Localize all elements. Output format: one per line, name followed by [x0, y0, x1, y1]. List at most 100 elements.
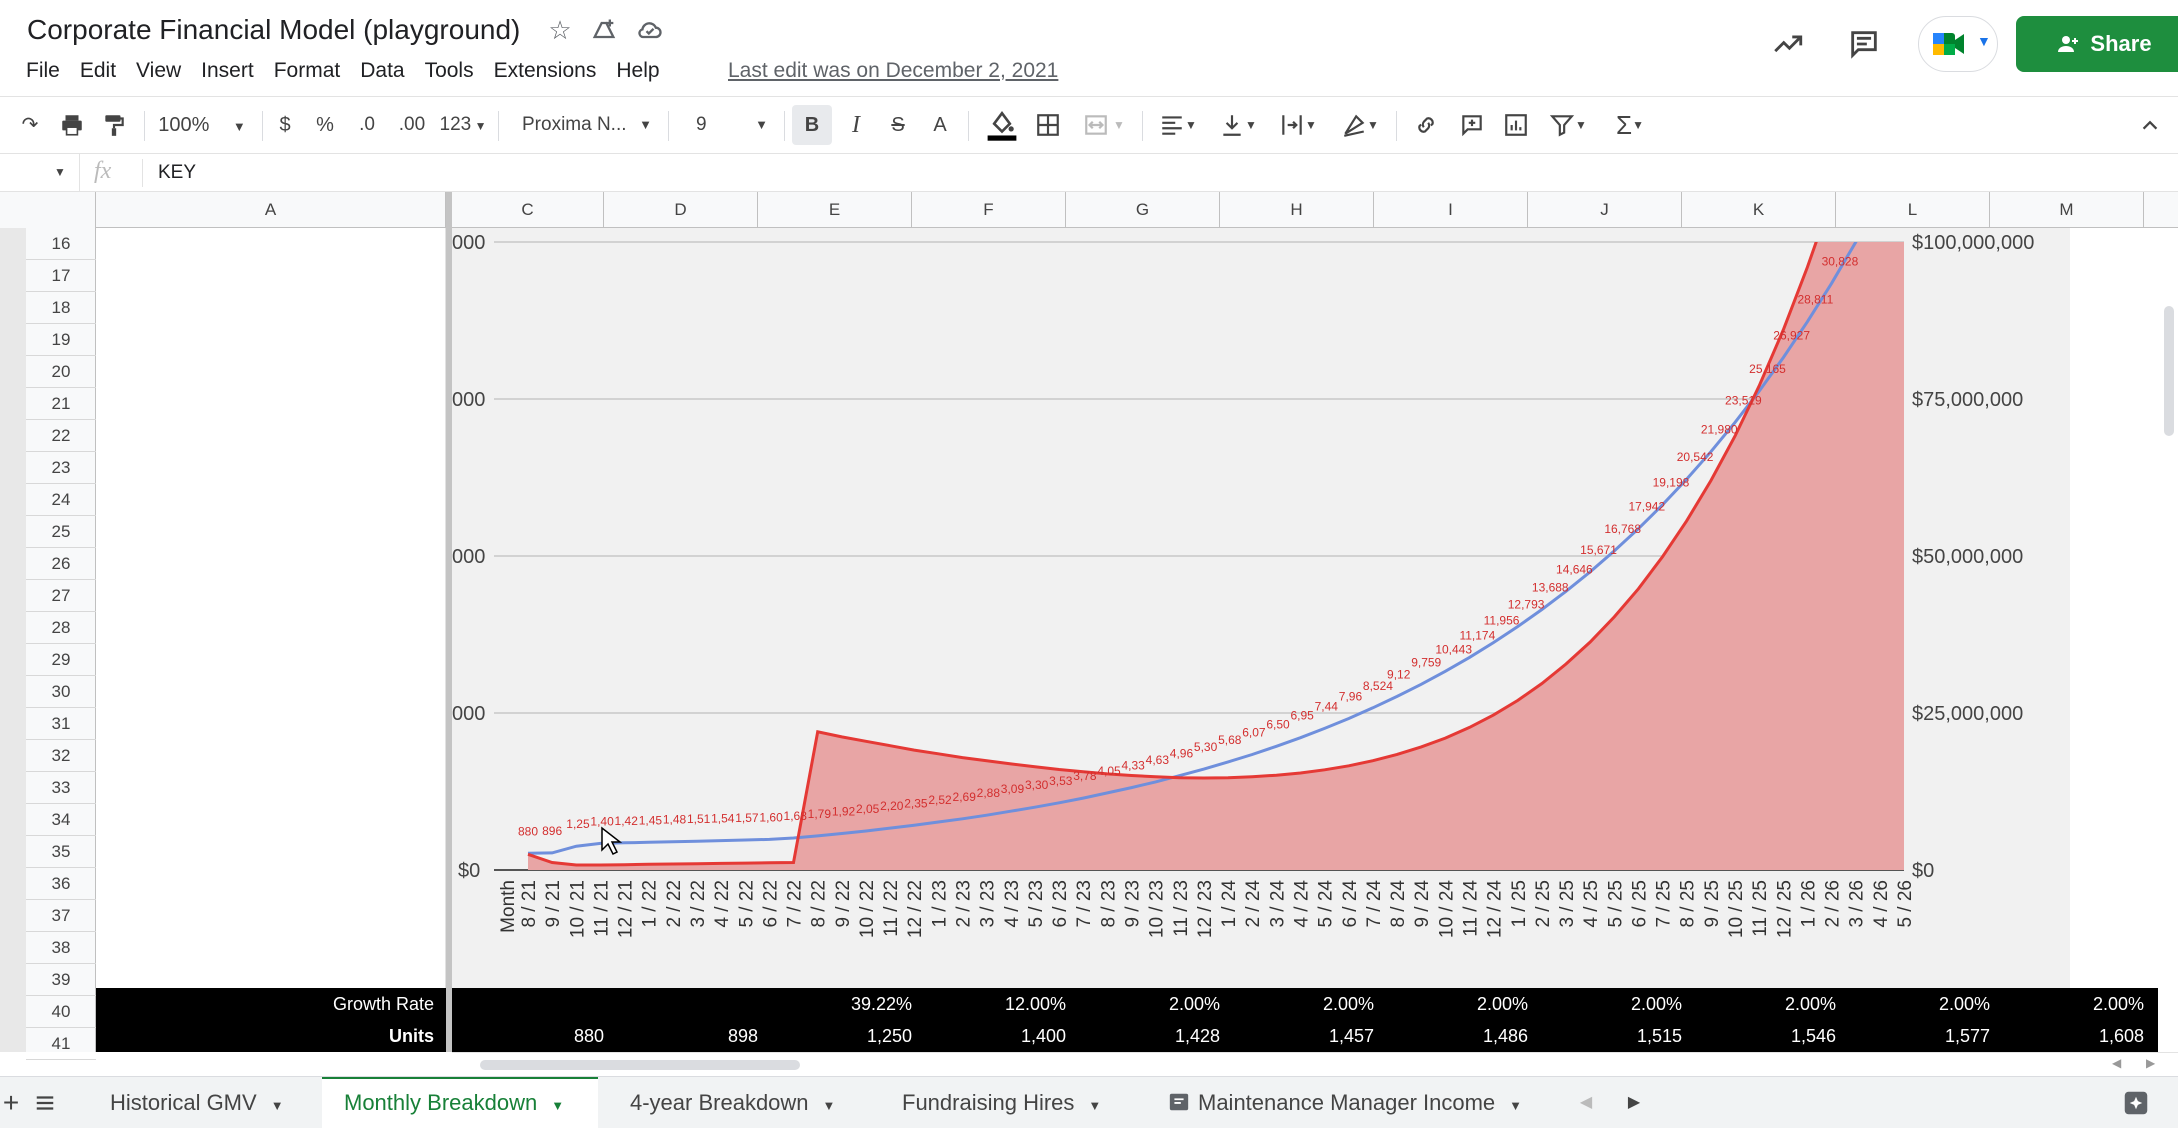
horizontal-align-icon[interactable]: ▼: [1152, 105, 1204, 145]
row-header[interactable]: 21: [26, 388, 96, 420]
growth-rate-cell[interactable]: 2.00%: [1378, 988, 1528, 1020]
text-color-button[interactable]: A: [922, 105, 958, 145]
row-header[interactable]: 22: [26, 420, 96, 452]
row-header[interactable]: 27: [26, 580, 96, 612]
row-header[interactable]: 37: [26, 900, 96, 932]
merge-cells-icon[interactable]: ▼: [1076, 105, 1132, 145]
font-size-select[interactable]: 9 ▼: [676, 105, 776, 145]
tab-monthly-breakdown[interactable]: Monthly Breakdown ▼: [322, 1077, 598, 1128]
print-icon[interactable]: [54, 105, 90, 145]
column-a-cells[interactable]: [96, 228, 446, 988]
strikethrough-button[interactable]: S: [880, 105, 916, 145]
all-sheets-icon[interactable]: [34, 1077, 68, 1128]
units-cell[interactable]: 1,608: [1994, 1020, 2144, 1052]
more-formats-button[interactable]: 123 ▼: [436, 105, 490, 145]
name-box[interactable]: ▼: [0, 154, 80, 192]
text-rotation-icon[interactable]: ▼: [1334, 105, 1386, 145]
menu-tools[interactable]: Tools: [415, 56, 484, 86]
row-header[interactable]: 41: [26, 1028, 96, 1060]
add-sheet-icon[interactable]: +: [0, 1077, 22, 1128]
menu-help[interactable]: Help: [606, 56, 669, 86]
cloud-saved-icon[interactable]: [634, 14, 666, 46]
units-cell[interactable]: 898: [608, 1020, 758, 1052]
meet-button[interactable]: ▼: [1918, 16, 1998, 72]
fill-color-icon[interactable]: [980, 105, 1024, 145]
row-header[interactable]: 29: [26, 644, 96, 676]
chart-container[interactable]: $0 000 000 000 000 $0 $25,000,000 $50,000,000 $7…: [452, 228, 2100, 992]
currency-format-button[interactable]: $: [270, 105, 300, 145]
decrease-decimal-button[interactable]: .0: [350, 105, 384, 145]
units-label[interactable]: Units: [96, 1020, 440, 1052]
paint-format-icon[interactable]: [96, 105, 132, 145]
scroll-right-icon[interactable]: ▶: [2146, 1056, 2155, 1070]
italic-button[interactable]: I: [838, 105, 874, 145]
tab-maintenance-manager-income[interactable]: Maintenance Manager Income ▼: [1160, 1077, 1546, 1128]
column-header-J[interactable]: J: [1528, 192, 1682, 228]
row-header[interactable]: 24: [26, 484, 96, 516]
bold-button[interactable]: B: [792, 105, 832, 145]
insert-link-icon[interactable]: [1408, 105, 1444, 145]
column-header-I[interactable]: I: [1374, 192, 1528, 228]
column-header-H[interactable]: H: [1220, 192, 1374, 228]
growth-rate-label[interactable]: Growth Rate: [96, 988, 440, 1020]
last-edit-link[interactable]: Last edit was on December 2, 2021: [728, 56, 1058, 86]
share-button[interactable]: Share: [2016, 16, 2178, 72]
menu-edit[interactable]: Edit: [70, 56, 126, 86]
combo-chart[interactable]: $0 000 000 000 000 $0 $25,000,000 $50,000,000 $7…: [452, 228, 2100, 992]
activity-trend-icon[interactable]: [1766, 22, 1810, 66]
tabs-scroll-right-icon[interactable]: ▶: [1614, 1077, 1654, 1128]
menu-view[interactable]: View: [126, 56, 191, 86]
row-header[interactable]: 18: [26, 292, 96, 324]
explore-icon[interactable]: [2116, 1077, 2156, 1128]
row-header[interactable]: 30: [26, 676, 96, 708]
row-header[interactable]: 26: [26, 548, 96, 580]
tab-fundraising-hires[interactable]: Fundraising Hires ▼: [884, 1077, 1154, 1128]
units-cell[interactable]: 1,400: [916, 1020, 1066, 1052]
select-all-corner[interactable]: [0, 192, 96, 228]
menu-file[interactable]: File: [16, 56, 70, 86]
column-header-E[interactable]: E: [758, 192, 912, 228]
formula-input[interactable]: KEY: [158, 162, 196, 184]
row-header[interactable]: 33: [26, 772, 96, 804]
growth-rate-cell[interactable]: 2.00%: [1840, 988, 1990, 1020]
units-cell[interactable]: 880: [454, 1020, 604, 1052]
menu-insert[interactable]: Insert: [191, 56, 264, 86]
star-icon[interactable]: ☆: [544, 14, 576, 46]
row-header[interactable]: 31: [26, 708, 96, 740]
row-header[interactable]: 20: [26, 356, 96, 388]
column-header-F[interactable]: F: [912, 192, 1066, 228]
units-cell[interactable]: 1,457: [1224, 1020, 1374, 1052]
horizontal-scrollbar-track[interactable]: ◀ ▶: [452, 1052, 2178, 1076]
filter-icon[interactable]: ▼: [1542, 105, 1594, 145]
borders-icon[interactable]: [1030, 105, 1066, 145]
units-cell[interactable]: 1,546: [1686, 1020, 1836, 1052]
units-cell[interactable]: 1,428: [1070, 1020, 1220, 1052]
document-title[interactable]: Corporate Financial Model (playground): [27, 14, 520, 46]
growth-rate-cell[interactable]: 2.00%: [1070, 988, 1220, 1020]
increase-decimal-button[interactable]: .00: [392, 105, 432, 145]
vertical-scrollbar-thumb[interactable]: [2164, 306, 2174, 436]
row-header[interactable]: 19: [26, 324, 96, 356]
row-header[interactable]: 36: [26, 868, 96, 900]
growth-rate-cell[interactable]: 12.00%: [916, 988, 1066, 1020]
move-to-drive-icon[interactable]: [588, 14, 620, 46]
horizontal-scrollbar-thumb[interactable]: [480, 1060, 800, 1070]
growth-rate-cell[interactable]: 2.00%: [1224, 988, 1374, 1020]
column-header-D[interactable]: D: [604, 192, 758, 228]
row-header[interactable]: 38: [26, 932, 96, 964]
row-header[interactable]: 39: [26, 964, 96, 996]
row-header[interactable]: 25: [26, 516, 96, 548]
units-cell[interactable]: 1,250: [762, 1020, 912, 1052]
tabs-scroll-left-icon[interactable]: ◀: [1566, 1077, 1606, 1128]
collapse-chevron-up-icon[interactable]: [2134, 105, 2166, 145]
tab-historical-gmv[interactable]: Historical GMV ▼: [90, 1077, 308, 1128]
font-select[interactable]: Proxima N... ▼: [508, 105, 660, 145]
percent-format-button[interactable]: %: [310, 105, 340, 145]
menu-data[interactable]: Data: [350, 56, 414, 86]
zoom-select[interactable]: 100% ▼: [152, 105, 252, 145]
redo-icon[interactable]: ↷: [12, 105, 48, 145]
row-header[interactable]: 16: [26, 228, 96, 260]
units-cell[interactable]: 1,515: [1532, 1020, 1682, 1052]
column-header-A[interactable]: A: [96, 192, 446, 228]
growth-rate-cell[interactable]: 39.22%: [762, 988, 912, 1020]
